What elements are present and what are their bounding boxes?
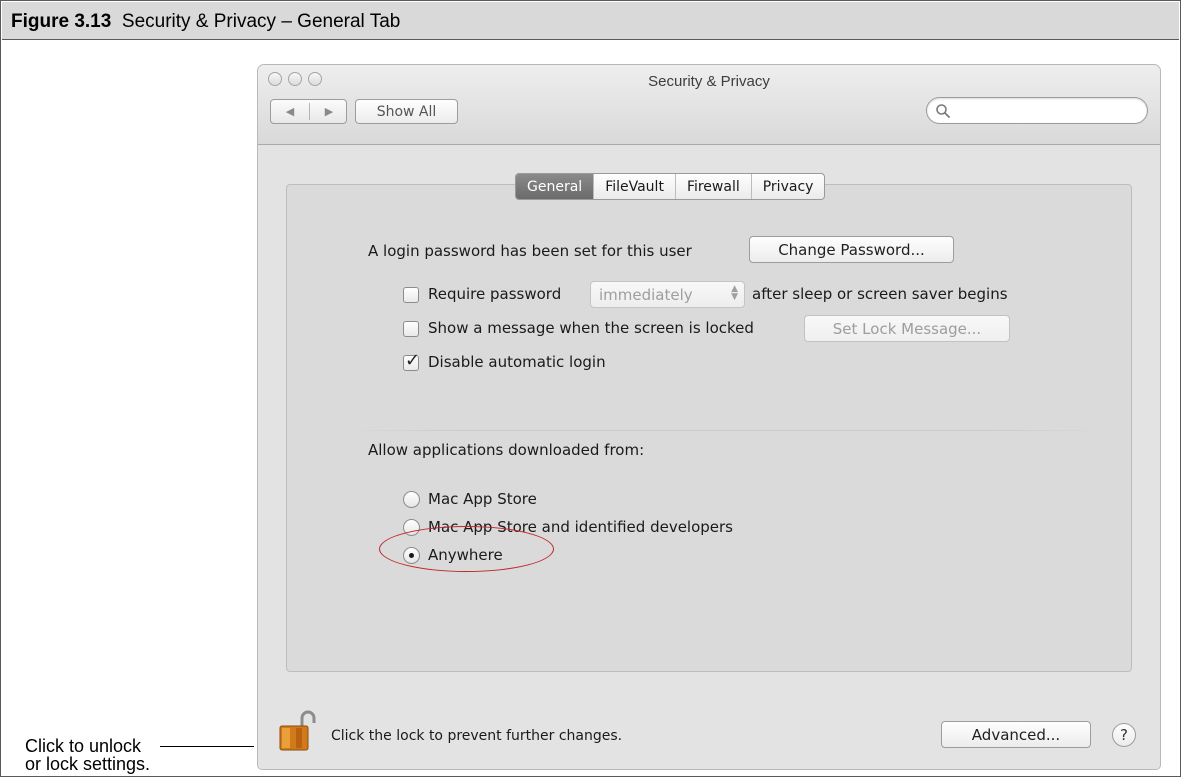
password-delay-value: immediately xyxy=(599,285,693,304)
back-arrow-icon: ◀ xyxy=(285,106,295,118)
window-toolbar: Security & Privacy ◀ ▶ Show All xyxy=(258,65,1160,145)
security-privacy-window: Security & Privacy ◀ ▶ Show All General … xyxy=(258,65,1160,769)
callout-leader-line xyxy=(160,746,254,747)
callout-line-2: or lock settings. xyxy=(25,754,151,774)
radio-mac-app-store-label: Mac App Store xyxy=(428,490,537,508)
tab-bar: General FileVault Firewall Privacy xyxy=(515,173,826,200)
general-panel: A login password has been set for this u… xyxy=(286,184,1132,672)
figure-caption-bar: Figure 3.13 Security & Privacy – General… xyxy=(2,2,1179,40)
checkmark-icon: ✓ xyxy=(405,350,421,370)
forward-arrow-icon: ▶ xyxy=(324,106,334,118)
require-password-label: Require password xyxy=(428,285,562,303)
show-message-checkbox[interactable] xyxy=(403,321,419,337)
show-message-label: Show a message when the screen is locked xyxy=(428,319,754,337)
lock-status-text: Click the lock to prevent further change… xyxy=(331,728,623,744)
popup-arrows-icon: ▲ ▼ xyxy=(731,284,738,302)
search-icon xyxy=(936,104,950,118)
search-field[interactable] xyxy=(926,97,1148,124)
login-password-text: A login password has been set for this u… xyxy=(368,242,692,260)
forward-button[interactable]: ▶ xyxy=(310,100,348,123)
change-password-button[interactable]: Change Password... xyxy=(749,236,954,263)
back-forward-control: ◀ ▶ xyxy=(270,99,347,124)
figure-caption: Figure 3.13 Security & Privacy – General… xyxy=(11,11,400,33)
highlight-ellipse xyxy=(379,526,554,572)
help-button[interactable]: ? xyxy=(1112,723,1136,747)
disable-auto-login-label: Disable automatic login xyxy=(428,353,606,371)
radio-mac-app-store[interactable] xyxy=(403,491,420,508)
require-password-suffix: after sleep or screen saver begins xyxy=(752,285,1008,303)
back-button[interactable]: ◀ xyxy=(271,100,309,123)
preferences-content: General FileVault Firewall Privacy A log… xyxy=(258,146,1160,769)
window-title: Security & Privacy xyxy=(648,73,770,90)
figure-title: Security & Privacy – General Tab xyxy=(121,11,401,32)
figure-number: Figure 3.13 xyxy=(11,11,112,32)
set-lock-message-button[interactable]: Set Lock Message... xyxy=(804,315,1010,342)
tab-privacy[interactable]: Privacy xyxy=(750,174,825,199)
section-divider xyxy=(345,430,1107,431)
require-password-checkbox[interactable] xyxy=(403,287,419,303)
password-delay-popup[interactable]: immediately ▲ ▼ xyxy=(590,281,745,308)
tab-filevault[interactable]: FileVault xyxy=(593,174,675,199)
disable-auto-login-checkbox[interactable]: ✓ xyxy=(403,351,420,371)
allow-apps-heading: Allow applications downloaded from: xyxy=(368,441,645,459)
unlocked-padlock-icon[interactable] xyxy=(276,708,322,754)
tab-general[interactable]: General xyxy=(516,174,594,199)
show-all-button[interactable]: Show All xyxy=(355,99,458,124)
tab-firewall[interactable]: Firewall xyxy=(674,174,751,199)
advanced-button[interactable]: Advanced... xyxy=(941,721,1091,748)
